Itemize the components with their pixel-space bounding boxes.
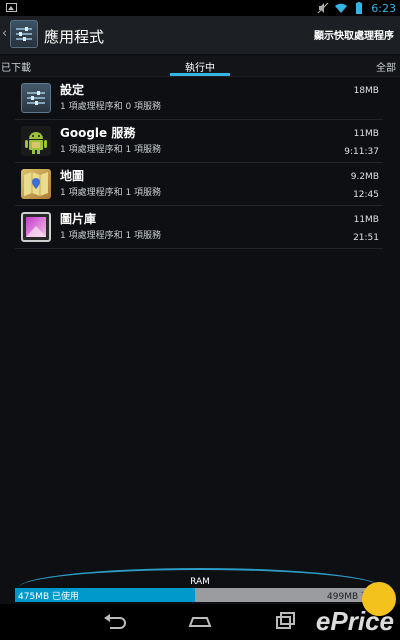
ram-used-text: 475MB 已使用 (18, 592, 79, 602)
app-summary: 1 項處理程序和 1 項服務 (60, 188, 162, 198)
tab-all[interactable]: 全部 (376, 59, 396, 74)
app-size: 9.2MB (350, 172, 379, 182)
app-name: Google 服務 (60, 126, 136, 140)
wifi-icon (335, 3, 348, 13)
gallery-icon (21, 212, 51, 242)
app-name: 設定 (60, 83, 85, 97)
watermark-mascot-icon (362, 582, 396, 616)
home-icon[interactable] (186, 610, 214, 634)
app-size: 11MB (353, 129, 379, 139)
app-time: 9:11:37 (344, 147, 379, 157)
android-icon (21, 126, 51, 156)
app-time: 21:51 (353, 233, 379, 243)
image-notification-icon (6, 3, 17, 12)
app-summary: 1 項處理程序和 1 項服務 (60, 145, 162, 155)
list-item[interactable]: 設定 1 項處理程序和 0 項服務 18MB (15, 77, 383, 120)
show-cached-processes-button[interactable]: 顯示快取處理程序 (314, 27, 394, 42)
app-settings-icon[interactable] (10, 20, 38, 48)
app-name: 圖片庫 (60, 212, 97, 226)
maps-icon (21, 169, 51, 199)
ram-label: RAM (190, 577, 210, 587)
app-name: 地圖 (60, 169, 85, 183)
back-icon[interactable] (100, 610, 128, 634)
list-item[interactable]: Google 服務 1 項處理程序和 1 項服務 11MB 9:11:37 (15, 120, 383, 163)
settings-icon (21, 83, 51, 113)
app-time: 12:45 (353, 190, 379, 200)
up-caret-icon[interactable]: ‹ (2, 26, 7, 41)
page-title: 應用程式 (44, 28, 105, 46)
list-item[interactable]: 地圖 1 項處理程序和 1 項服務 9.2MB 12:45 (15, 163, 383, 206)
app-summary: 1 項處理程序和 1 項服務 (60, 231, 162, 241)
navigation-bar: ePrice (0, 604, 400, 640)
recent-apps-icon[interactable] (272, 610, 300, 634)
app-summary: 1 項處理程序和 0 項服務 (60, 102, 162, 112)
tab-running[interactable]: 執行中 (0, 59, 400, 74)
ram-bar: 475MB 已使用 499MB 可用 (15, 588, 383, 602)
running-apps-list: 設定 1 項處理程序和 0 項服務 18MB Google 服務 1 項處理程序… (15, 77, 383, 249)
tab-strip: 已下載 執行中 全部 (0, 56, 400, 77)
status-bar: 6:23 (0, 0, 400, 16)
status-icons: 6:23 (317, 0, 396, 16)
list-item[interactable]: 圖片庫 1 項處理程序和 1 項服務 11MB 21:51 (15, 206, 383, 249)
app-size: 18MB (353, 86, 379, 96)
ram-usage-panel: RAM 475MB 已使用 499MB 可用 (0, 560, 400, 604)
clock: 6:23 (371, 1, 396, 15)
app-size: 11MB (353, 215, 379, 225)
tab-indicator (170, 73, 230, 76)
action-bar: ‹ 應用程式 顯示快取處理程序 (0, 16, 400, 54)
battery-icon (356, 2, 363, 14)
sliders-icon (16, 27, 32, 41)
no-sound-icon (317, 2, 329, 14)
